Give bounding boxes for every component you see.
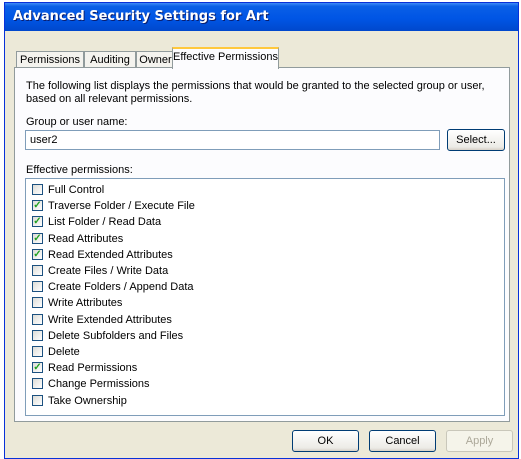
unchecked-checkbox-icon: ✓ — [32, 184, 43, 195]
unchecked-checkbox-icon: ✓ — [32, 394, 43, 406]
checked-checkbox-icon: ✓ — [32, 232, 43, 244]
unchecked-checkbox-icon: ✓ — [32, 297, 43, 309]
title-bar[interactable]: Advanced Security Settings for Art — [5, 3, 518, 31]
effective-permissions-panel: The following list displays the permissi… — [14, 67, 510, 422]
tab-auditing[interactable]: Auditing — [84, 51, 136, 68]
permission-label: Full Control — [48, 184, 105, 196]
unchecked-checkbox-icon: ✓ — [32, 329, 43, 341]
apply-button[interactable]: Apply — [446, 430, 513, 452]
tab-owner[interactable]: Owner — [136, 51, 175, 68]
permission-label: Read Attributes — [48, 232, 124, 245]
unchecked-checkbox-icon: ✓ — [32, 346, 43, 357]
unchecked-checkbox-icon: ✓ — [32, 378, 43, 390]
cancel-button[interactable]: Cancel — [369, 430, 436, 452]
ok-button[interactable]: OK — [292, 430, 359, 452]
permission-label: Delete — [48, 346, 80, 358]
checked-checkbox-icon: ✓ — [32, 200, 43, 212]
unchecked-checkbox-icon: ✓ — [32, 265, 43, 276]
permission-label: Write Attributes — [48, 297, 123, 310]
tab-permissions[interactable]: Permissions — [16, 51, 84, 68]
permissions-list[interactable]: ✓ Full Control ✓ Traverse Folder / Execute … — [25, 178, 505, 416]
permission-label: Write Extended Attributes — [48, 313, 172, 326]
checked-checkbox-icon: ✓ — [32, 248, 43, 260]
permission-label: Delete Subfolders and Files — [48, 329, 184, 342]
permission-label: List Folder / Read Data — [48, 216, 162, 229]
checked-checkbox-icon: ✓ — [32, 216, 43, 228]
permission-label: Change Permissions — [48, 378, 150, 391]
permission-label: Read Permissions — [48, 362, 138, 375]
effective-permissions-label: Effective permissions: — [26, 164, 133, 176]
permission-label: Create Files / Write Data — [48, 265, 169, 277]
description-text: The following list displays the permissi… — [26, 80, 485, 105]
select-button[interactable]: Select... — [447, 129, 505, 151]
permission-label: Create Folders / Append Data — [48, 281, 194, 294]
unchecked-checkbox-icon: ✓ — [32, 281, 43, 293]
checked-checkbox-icon: ✓ — [32, 362, 43, 374]
unchecked-checkbox-icon: ✓ — [32, 313, 43, 325]
group-or-user-label: Group or user name: — [26, 116, 128, 128]
security-dialog-window: Advanced Security Settings for Art Permi… — [4, 2, 519, 459]
window-title: Advanced Security Settings for Art — [13, 9, 269, 24]
permission-label: Traverse Folder / Execute File — [48, 200, 195, 213]
permission-label: Take Ownership — [48, 394, 127, 407]
tab-effective-permissions[interactable]: Effective Permissions — [172, 47, 279, 69]
user-name-field[interactable] — [25, 130, 440, 150]
permission-label: Read Extended Attributes — [48, 248, 173, 261]
